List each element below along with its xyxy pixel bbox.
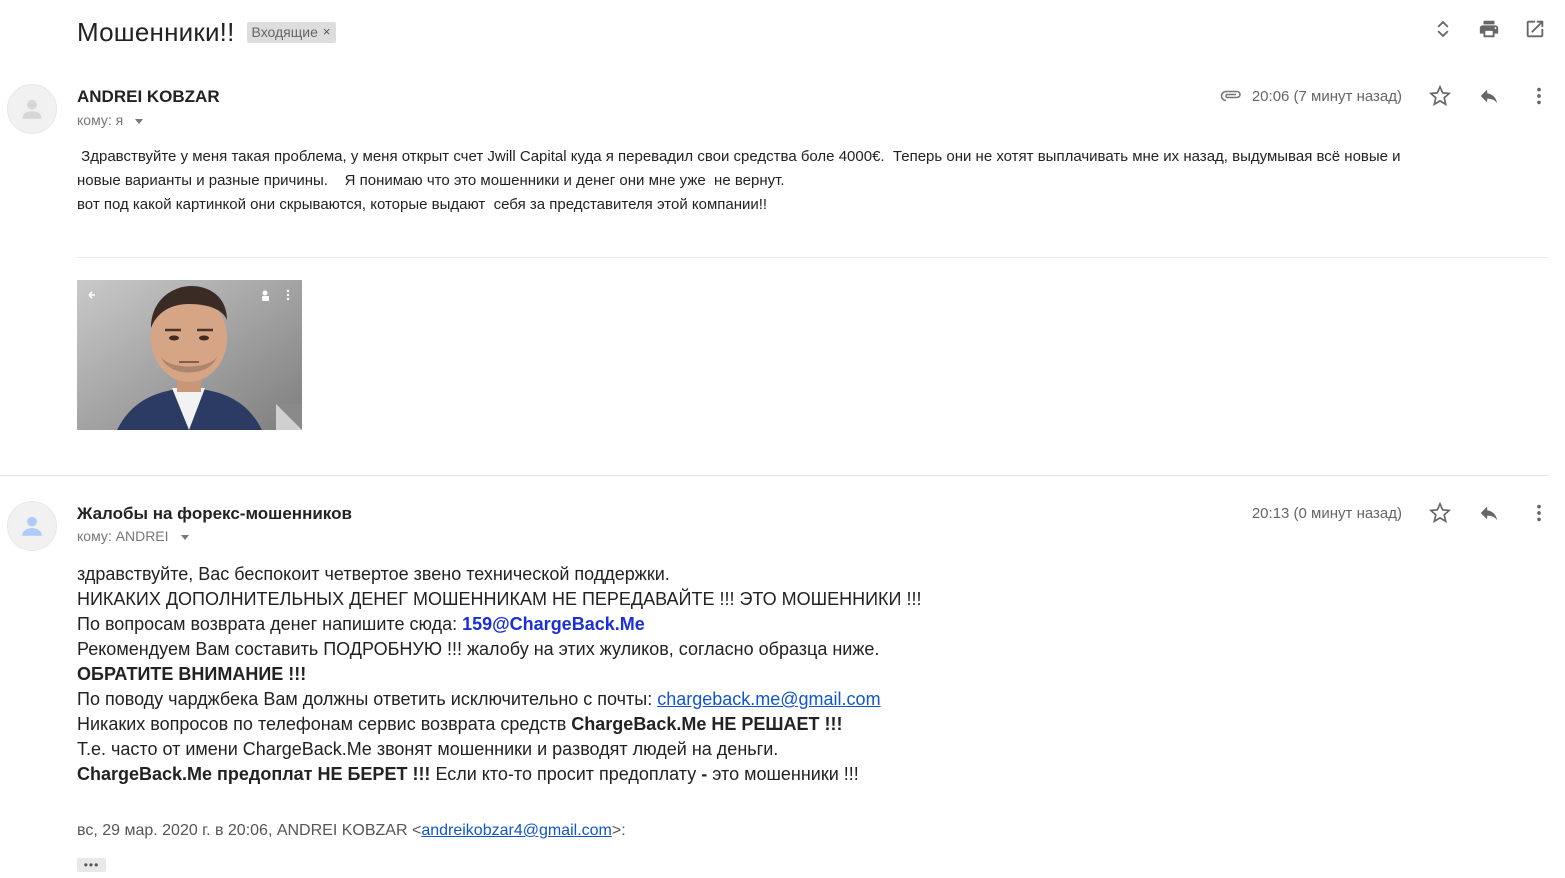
person-icon [22,516,42,536]
body-line: Т.е. часто от имени ChargeBack.Me звонят… [77,739,779,759]
body-line: вот под какой картинкой они скрываются, … [77,196,768,213]
label-chip-inbox[interactable]: Входящие × [246,21,336,43]
recipient-text: кому: я [77,112,124,128]
show-trimmed-content-button[interactable]: ••• [77,858,106,872]
bold-text: ChargeBack.Me НЕ РЕШАЕТ !!! [571,714,843,734]
body-line: Никаких вопросов по телефонам сервис воз… [77,712,921,737]
body-text: По поводу чарджбека Вам должны ответить … [77,689,658,709]
message-time: 20:06 (7 минут назад) [1251,87,1402,105]
body-line: Здравствуйте у меня такая проблема, у ме… [77,148,1401,165]
print-icon[interactable] [1477,17,1501,41]
message-meta: 20:06 (7 минут назад) [1220,84,1551,108]
reply-icon[interactable] [1477,501,1501,525]
remove-label-icon[interactable]: × [323,24,331,39]
show-details-icon[interactable] [135,118,144,124]
recipient-line[interactable]: кому: я [77,112,144,128]
star-icon[interactable] [1428,501,1452,525]
body-line: Рекомендуем Вам составить ПОДРОБНУЮ !!! … [77,639,880,659]
bold-text: ChargeBack.Me предоплат НЕ БЕРЕТ !!! [77,764,431,784]
open-in-new-window-icon[interactable] [1523,17,1547,41]
message-meta: 20:13 (0 минут назад) [1252,501,1551,525]
body-line: здравствуйте, Вас беспокоит четвертое зв… [77,564,670,584]
quoted-header: вс, 29 мар. 2020 г. в 20:06, ANDREI KOBZ… [77,822,626,840]
sender-avatar[interactable] [7,501,57,551]
reply-icon[interactable] [1477,84,1501,108]
more-options-icon[interactable] [1527,501,1551,525]
body-line: ОБРАТИТЕ ВНИМАНИЕ !!! [77,662,921,687]
sender-name[interactable]: Жалобы на форекс-мошенников [77,504,352,524]
recipient-text: кому: ANDREI [77,528,169,544]
attachment-divider [77,257,1549,258]
attention-heading: ОБРАТИТЕ ВНИМАНИЕ !!! [77,664,307,684]
star-icon[interactable] [1428,84,1452,108]
body-text: Никаких вопросов по телефонам сервис воз… [77,714,572,734]
subject-bar: Мошенники!! Входящие × [77,14,336,50]
body-line: По вопросам возврата денег напишите сюда… [77,612,921,637]
body-line: новые варианты и разные причины. Я поним… [77,172,785,189]
image-attachment-thumbnail[interactable] [77,280,302,430]
quote-text: >: [611,822,626,839]
quote-text: вс, 29 мар. 2020 г. в 20:06, ANDREI KOBZ… [77,822,422,839]
sender-name[interactable]: ANDREI KOBZAR [77,87,220,107]
message-body: Здравствуйте у меня такая проблема, у ме… [77,145,1527,217]
body-text: Если кто-то просит предоплату [430,764,702,784]
page-fold-corner [276,404,302,430]
recipient-line[interactable]: кому: ANDREI [77,528,189,544]
message-time: 20:13 (0 минут назад) [1251,504,1402,522]
body-text: По вопросам возврата денег напишите сюда… [77,614,463,634]
sender-avatar[interactable] [7,84,57,134]
quoted-email-link[interactable]: andreikobzar4@gmail.com [421,822,612,839]
person-icon [22,99,42,119]
body-text: это мошенники !!! [707,764,859,784]
contact-email-highlight: 159@ChargeBack.Me [462,614,645,634]
portrait-image [77,280,302,430]
message-body: здравствуйте, Вас беспокоит четвертое зв… [77,562,921,787]
body-line: НИКАКИХ ДОПОЛНИТЕЛЬНЫХ ДЕНЕГ МОШЕННИКАМ … [77,589,922,609]
attachment-icon [1220,90,1241,102]
body-line: По поводу чарджбека Вам должны ответить … [77,687,921,712]
message-separator [0,475,1549,476]
more-options-icon[interactable] [1527,84,1551,108]
email-subject: Мошенники!! [77,16,235,47]
body-line: ChargeBack.Me предоплат НЕ БЕРЕТ !!! Есл… [77,762,921,787]
show-details-icon[interactable] [180,534,189,540]
label-chip-text: Входящие [251,23,318,40]
thread-actions [1431,17,1547,41]
email-link[interactable]: chargeback.me@gmail.com [657,689,880,709]
expand-collapse-icon[interactable] [1431,17,1455,41]
